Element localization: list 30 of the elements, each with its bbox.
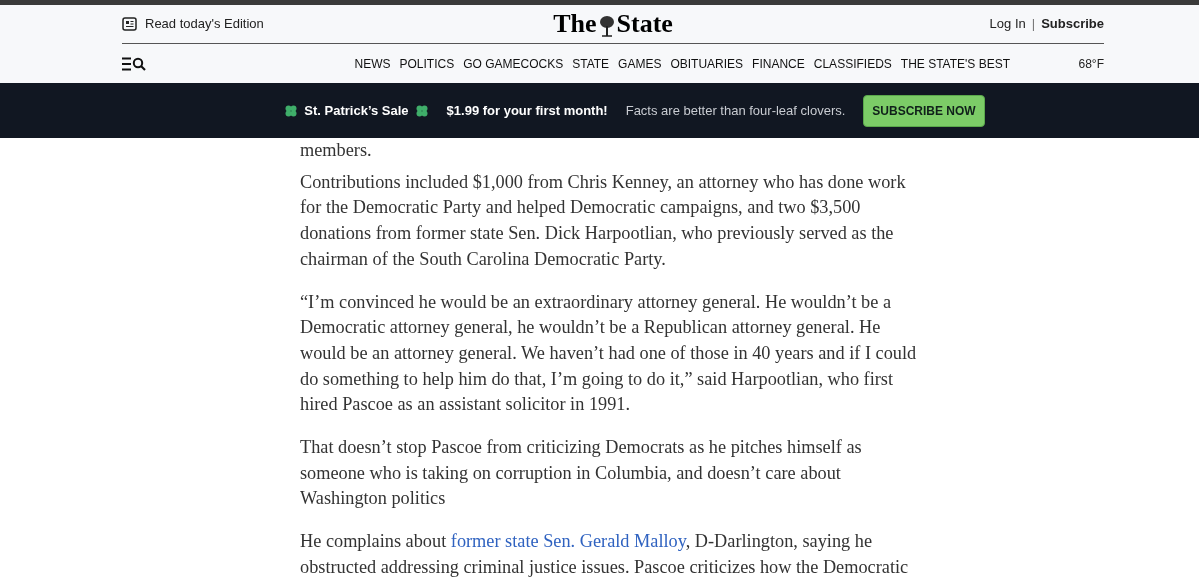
nav-link[interactable]: GAMES bbox=[618, 54, 662, 73]
nav-link[interactable]: THE STATE'S BEST bbox=[900, 54, 1010, 73]
separator: | bbox=[1031, 15, 1036, 34]
article-paragraph: He complains about former state Sen. Gerald Malloy, D-Darlington, saying he obstructed addressing criminal justice issues. Pascoe criticizes how the Democratic bbox=[300, 530, 910, 579]
nav-link[interactable]: FINANCE bbox=[752, 54, 805, 73]
article-paragraph: Contributions included $1,000 from Chris Kenney, an attorney who has done work for the Democratic Party and helped Democratic campaigns, and two $3,500 donations from former state Sen. Dick Harpootlian, who previously served as the chairman of the South Carolina Democratic Party. bbox=[300, 170, 907, 271]
subscribe-link[interactable]: Subscribe bbox=[1041, 14, 1104, 34]
login-link[interactable]: Log In bbox=[989, 14, 1026, 34]
nav-link[interactable]: OBITUARIES bbox=[670, 54, 744, 73]
menu-search-icon[interactable] bbox=[122, 56, 147, 71]
tagline: Facts are better than four-leaf clovers. bbox=[625, 101, 846, 120]
offer-text: $1.99 for your first month! bbox=[446, 101, 608, 120]
nav-link[interactable]: POLITICS bbox=[399, 54, 455, 73]
edition-link[interactable]: Read today's Edition bbox=[145, 14, 264, 34]
article-paragraph: That doesn’t stop Pascoe from criticizing Democrats as he pitches himself as someone who is taking on corruption in Columbia, and doesn’t care about Washington politics bbox=[300, 436, 863, 511]
nav-link[interactable]: STATE bbox=[572, 54, 610, 73]
clover-icon bbox=[284, 103, 299, 118]
nav-link[interactable]: GO GAMECOCKS bbox=[463, 54, 564, 73]
subscribe-now-button[interactable]: SUBSCRIBE NOW bbox=[863, 94, 985, 127]
tree-icon bbox=[598, 15, 615, 37]
nav-link[interactable]: CLASSIFIEDS bbox=[813, 54, 892, 73]
clover-icon bbox=[414, 103, 429, 118]
nav-link[interactable]: NEWS bbox=[354, 54, 391, 73]
site-logo[interactable]: The State bbox=[553, 11, 673, 37]
temperature: 68°F bbox=[1078, 55, 1104, 73]
sale-title: St. Patrick’s Sale bbox=[304, 101, 409, 120]
article-paragraph: members. bbox=[300, 139, 373, 162]
newspaper-icon[interactable] bbox=[122, 17, 137, 31]
article-link[interactable]: former state Sen. Gerald Malloy bbox=[450, 531, 686, 552]
article-paragraph: “I’m convinced he would be an extraordinary attorney general. He wouldn’t be a Democratic attorney general, he wouldn’t be a Republican attorney general. He would be an attorney general. We haven’t had one of those in 40 years and if I could do something to help him do that, I’m going to do it,” said Harpootlian, who first hired Pascoe as an assistant solicitor in 1991. bbox=[300, 290, 918, 417]
